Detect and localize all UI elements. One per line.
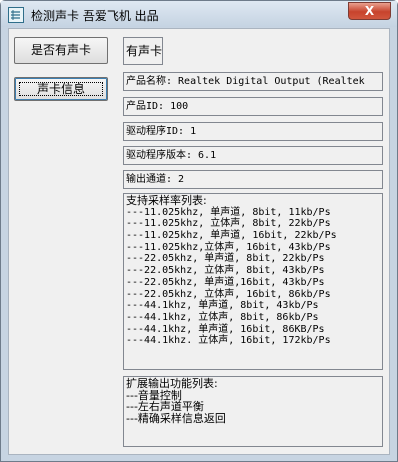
client-area: 是否有声卡 声卡信息 有声卡 产品名称: Realtek Digital Out… [8, 28, 390, 455]
app-window: 检测声卡 吾爱飞机 出品 X 是否有声卡 声卡信息 有声卡 产品名称: Real… [0, 0, 398, 462]
sample-rate-list-header: 支持采样率列表: [126, 194, 207, 207]
check-sound-card-button[interactable]: 是否有声卡 [14, 37, 108, 64]
window-title: 检测声卡 吾爱飞机 出品 [31, 9, 159, 23]
output-channels-field: 输出通道: 2 [123, 170, 383, 189]
title-bar[interactable]: 检测声卡 吾爱飞机 出品 X [1, 1, 397, 27]
close-button[interactable]: X [348, 2, 391, 20]
sound-card-info-button[interactable]: 声卡信息 [14, 77, 108, 101]
check-sound-card-label: 是否有声卡 [30, 43, 91, 57]
extended-function-items: ---音量控制 ---左右声道平衡 ---精确采样信息返回 [126, 389, 382, 426]
list-item: ---44.1khz, 立体声, 8bit, 86kb/Ps [126, 311, 319, 323]
sample-rate-list[interactable]: 支持采样率列表: ---11.025khz, 单声道, 8bit, 11kb/P… [123, 193, 383, 370]
list-item: ---22.05khz, 立体声, 16bit, 86kb/Ps [126, 288, 331, 300]
list-item: ---44.1khz, 单声道, 8bit, 43kb/Ps [126, 300, 319, 312]
list-item: ---22.05khz, 单声道,16bit, 43kb/Ps [126, 276, 325, 288]
list-item: ---44.1khz, 单声道, 16bit, 86KB/Ps [126, 323, 325, 335]
list-item: ---22.05khz, 单声道, 8bit, 22kb/Ps [126, 253, 325, 265]
list-item: ---11.025khz, 单声道, 16bit, 22kb/Ps [126, 230, 337, 242]
list-item: ---22.05khz, 立体声, 8bit, 43kb/Ps [126, 265, 325, 277]
app-icon [8, 7, 24, 23]
product-name-field: 产品名称: Realtek Digital Output (Realtek [123, 72, 383, 91]
sound-card-info-label: 声卡信息 [36, 82, 85, 96]
driver-version-field: 驱动程序版本: 6.1 [123, 146, 383, 165]
driver-id-field: 驱动程序ID: 1 [123, 122, 383, 141]
extended-function-list-header: 扩展输出功能列表: [126, 377, 218, 390]
product-id-field: 产品ID: 100 [123, 97, 383, 116]
list-item: ---11.025khz,立体声, 16bit, 43kb/Ps [126, 241, 331, 253]
extended-function-list[interactable]: 扩展输出功能列表: ---音量控制 ---左右声道平衡 ---精确采样信息返回 [123, 376, 383, 447]
result-field: 有声卡 [123, 37, 163, 65]
sample-rate-items: ---11.025khz, 单声道, 8bit, 11kb/Ps ---11.02… [126, 207, 382, 347]
list-item: ---精确采样信息返回 [126, 412, 226, 426]
list-item: ---11.025khz, 单声道, 8bit, 11kb/Ps [126, 206, 331, 218]
list-item: ---11.025khz, 立体声, 8bit, 22kb/Ps [126, 218, 331, 230]
list-item: ---44.1khz. 立体声, 16bit, 172kb/Ps [126, 335, 331, 347]
